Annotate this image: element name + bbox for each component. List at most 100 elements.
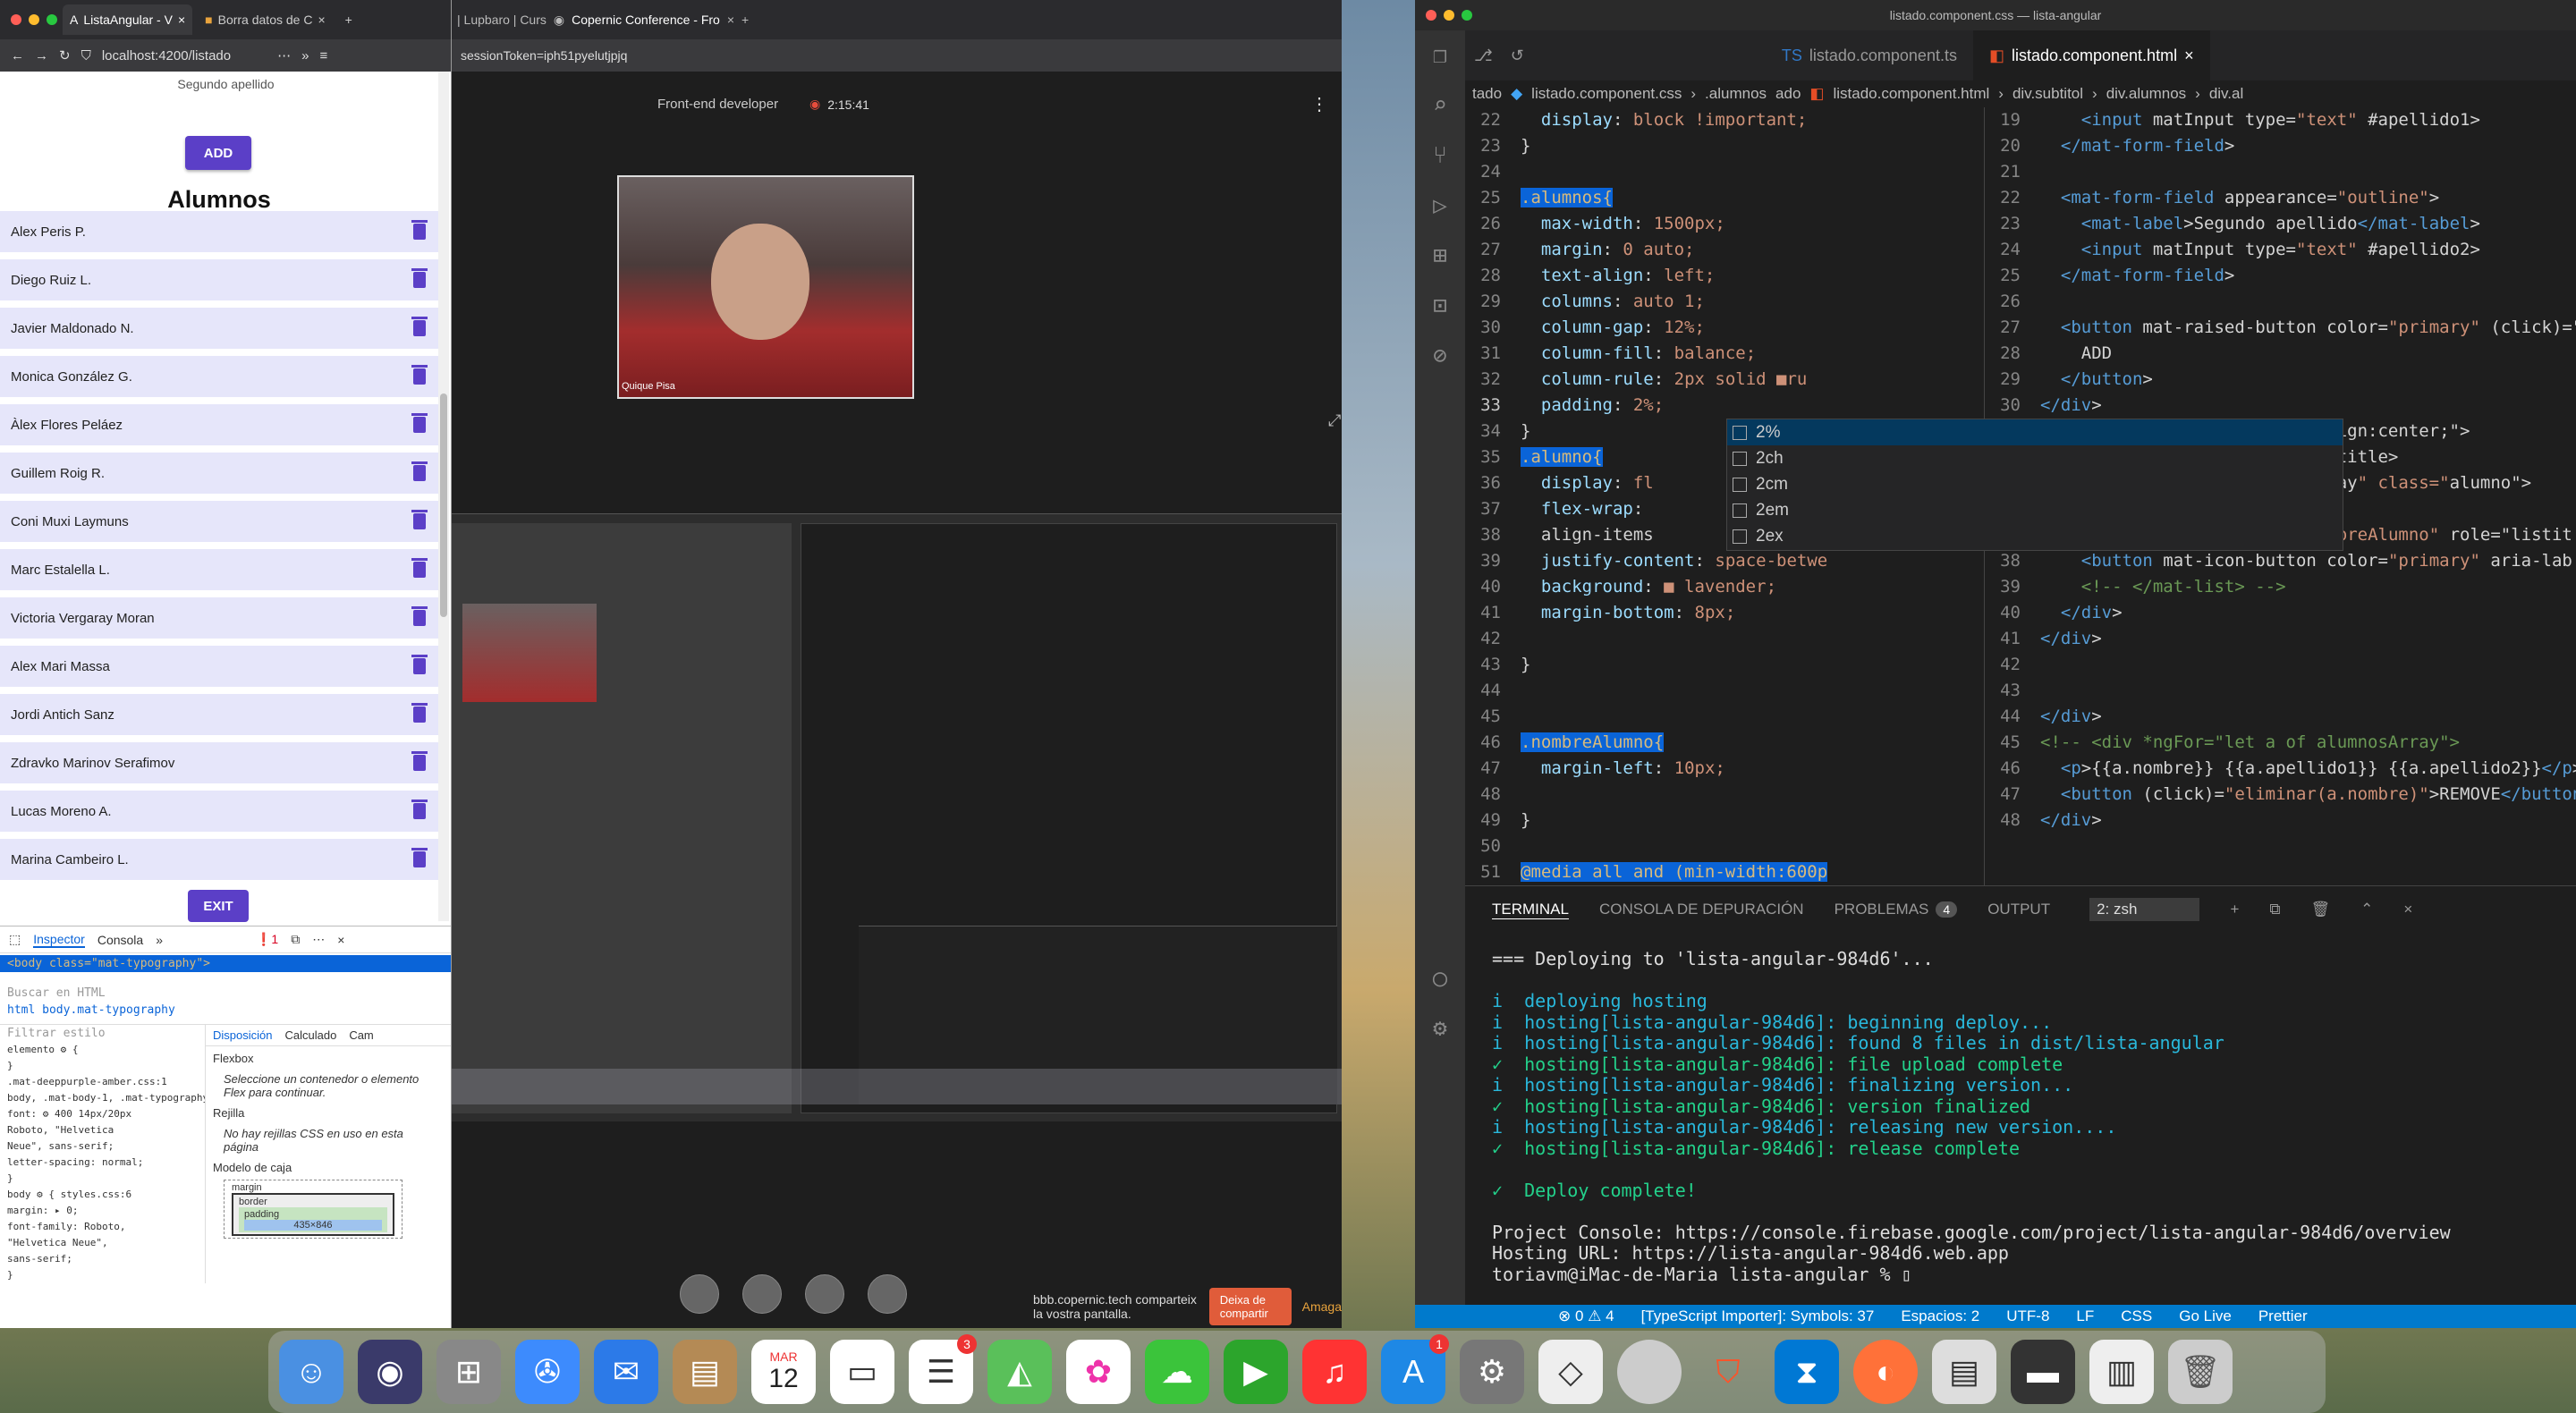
breadcrumb-item[interactable]: div.subtitol xyxy=(2012,85,2083,103)
code-line[interactable]: 31 column-fill: balance; xyxy=(1465,341,1984,367)
code-line[interactable]: 41 </div> xyxy=(1985,626,2576,652)
delete-icon[interactable] xyxy=(411,606,428,626)
brave-icon[interactable]: ⛉ xyxy=(1696,1340,1760,1404)
facetime-icon[interactable]: ▶ xyxy=(1224,1340,1288,1404)
menu-icon[interactable]: ≡ xyxy=(319,48,327,63)
extensions-icon[interactable]: » xyxy=(301,48,309,63)
code-line[interactable]: 49} xyxy=(1465,808,1984,833)
settings-gear-icon[interactable]: ⚙ xyxy=(1415,1003,1465,1053)
close-icon[interactable]: × xyxy=(2184,47,2194,65)
code-line[interactable]: 23 <mat-label>Segundo apellido</mat-labe… xyxy=(1985,211,2576,237)
kill-terminal-icon[interactable]: 🗑 xyxy=(2311,901,2331,918)
delete-icon[interactable] xyxy=(411,848,428,867)
safari-icon[interactable]: ✇ xyxy=(515,1340,580,1404)
code-line[interactable]: 50 xyxy=(1465,833,1984,859)
code-line[interactable]: 29 </button> xyxy=(1985,367,2576,393)
delete-icon[interactable] xyxy=(411,268,428,288)
maximize-panel-icon[interactable]: ⌃ xyxy=(2360,901,2373,918)
explorer-icon[interactable]: ❐ xyxy=(1415,30,1465,80)
browser-tab[interactable]: A ListaAngular - V × xyxy=(63,4,193,35)
minimize-window-button[interactable] xyxy=(1444,10,1454,21)
code-line[interactable]: 45 xyxy=(1465,704,1984,730)
screen-share-button[interactable] xyxy=(868,1274,907,1314)
code-line[interactable]: 21 xyxy=(1985,159,2576,185)
terminal-select[interactable]: 2: zsh xyxy=(2089,898,2200,921)
close-window-button[interactable] xyxy=(1426,10,1436,21)
notes-icon[interactable]: ▭ xyxy=(830,1340,894,1404)
breadcrumb-item[interactable]: .alumnos xyxy=(1705,85,1767,103)
split-icon[interactable]: ⎇ xyxy=(1465,47,1502,65)
close-icon[interactable]: × xyxy=(318,13,325,27)
trash-icon[interactable]: 🗑 xyxy=(2168,1340,2233,1404)
code-line[interactable]: 20 </mat-form-field> xyxy=(1985,133,2576,159)
browser-tab[interactable]: ■ Borra datos de C × xyxy=(198,4,333,35)
delete-icon[interactable] xyxy=(411,655,428,674)
node-breadcrumb[interactable]: html body.mat-typography xyxy=(0,1002,451,1019)
hangup-button[interactable] xyxy=(742,1274,782,1314)
breadcrumb-item[interactable]: div.al xyxy=(2209,85,2243,103)
tab-listado-ts[interactable]: TS listado.component.ts xyxy=(1766,30,1973,80)
extensions-icon[interactable]: ⊞ xyxy=(1415,231,1465,281)
music-icon[interactable]: ♫ xyxy=(1302,1340,1367,1404)
code-line[interactable]: 32 column-rule: 2px solid ■ru xyxy=(1465,367,1984,393)
terminal-output[interactable]: === Deploying to 'lista-angular-984d6'..… xyxy=(1465,933,2576,1301)
code-line[interactable]: 46 .nombreAlumno{ xyxy=(1465,730,1984,756)
code-line[interactable]: 45 <!-- <div *ngFor="let a of alumnosArra… xyxy=(1985,730,2576,756)
forward-icon[interactable]: → xyxy=(35,48,48,63)
status-item[interactable]: Prettier xyxy=(2258,1307,2308,1325)
panel-tab[interactable]: OUTPUT xyxy=(1987,901,2050,918)
autocomplete-item[interactable]: 2ex xyxy=(1727,523,2343,549)
search-icon[interactable]: ⌕ xyxy=(1415,80,1465,131)
options-icon[interactable]: ⋯ xyxy=(312,932,325,947)
delete-icon[interactable] xyxy=(411,510,428,529)
reminders-icon[interactable]: ☰ 3 xyxy=(909,1334,977,1404)
terminal-icon[interactable]: ▬ xyxy=(2011,1340,2075,1404)
tab-disposicion[interactable]: Disposición xyxy=(213,1028,272,1042)
disk-utility-icon[interactable] xyxy=(1617,1340,1682,1404)
status-item[interactable]: CSS xyxy=(2121,1307,2152,1325)
source-control-icon[interactable]: ⑂ xyxy=(1415,131,1465,181)
tab-console[interactable]: Consola xyxy=(97,933,143,947)
system-preferences-icon[interactable]: ⚙ xyxy=(1460,1340,1524,1404)
recording-indicator[interactable]: ◉ 2:15:41 xyxy=(809,97,869,112)
close-window-button[interactable] xyxy=(11,14,21,25)
code-line[interactable]: 39 justify-content: space-betwe xyxy=(1465,548,1984,574)
code-line[interactable]: 39 <!-- </mat-list> --> xyxy=(1985,574,2576,600)
new-tab-button[interactable]: + xyxy=(741,13,749,27)
breadcrumb-item[interactable]: listado.component.html xyxy=(1833,85,1989,103)
breadcrumb-item[interactable]: tado xyxy=(1472,85,1502,103)
status-item[interactable]: ⊗ 0 ⚠ 4 xyxy=(1558,1307,1614,1325)
split-terminal-icon[interactable]: ⧉ xyxy=(2269,901,2280,918)
siri-icon[interactable]: ◉ xyxy=(358,1340,422,1404)
status-item[interactable]: UTF-8 xyxy=(2006,1307,2049,1325)
code-line[interactable]: 47 margin-left: 10px; xyxy=(1465,756,1984,782)
html-search-input[interactable]: Buscar en HTML xyxy=(0,985,451,1002)
panel-tab[interactable]: TERMINAL xyxy=(1492,901,1569,919)
code-line[interactable]: 44 </div> xyxy=(1985,704,2576,730)
mail-icon[interactable]: ✉ xyxy=(594,1340,658,1404)
more-tabs-icon[interactable]: » xyxy=(156,933,163,947)
tab-calculado[interactable]: Calculado xyxy=(284,1028,336,1042)
code-line[interactable]: 24 xyxy=(1465,159,1984,185)
close-icon[interactable]: × xyxy=(337,933,344,947)
code-line[interactable]: 41 margin-bottom: 8px; xyxy=(1465,600,1984,626)
code-line[interactable]: 33 padding: 2%; xyxy=(1465,393,1984,419)
launchpad-icon[interactable]: ⊞ xyxy=(436,1340,501,1404)
autocomplete-item[interactable]: 2cm xyxy=(1727,471,2343,497)
tab-listado-html[interactable]: ◧ listado.component.html × xyxy=(1972,30,2210,80)
code-line[interactable]: 40 background: ■ lavender; xyxy=(1465,574,1984,600)
filter-styles-input[interactable]: Filtrar estilo xyxy=(0,1025,205,1042)
code-line[interactable]: 46 <p>{{a.nombre}} {{a.apellido1}} {{a.a… xyxy=(1985,756,2576,782)
box-model-title[interactable]: Modelo de caja xyxy=(213,1161,445,1174)
fullscreen-icon[interactable]: ⤢ xyxy=(1328,411,1341,430)
code-line[interactable]: 30 </div> xyxy=(1985,393,2576,419)
dock-icon[interactable]: ⧉ xyxy=(291,932,300,947)
timeline-icon[interactable]: ⊘ xyxy=(1415,331,1465,381)
status-item[interactable]: [TypeScript Importer]: Symbols: 37 xyxy=(1641,1307,1875,1325)
code-line[interactable]: 40 </div> xyxy=(1985,600,2576,626)
add-terminal-icon[interactable]: + xyxy=(2230,901,2239,918)
code-line[interactable]: 44 xyxy=(1465,678,1984,704)
flexbox-title[interactable]: Flexbox xyxy=(213,1052,445,1065)
tab-inspector[interactable]: Inspector xyxy=(33,932,85,948)
app-store-icon[interactable]: A1 xyxy=(1381,1334,1449,1404)
